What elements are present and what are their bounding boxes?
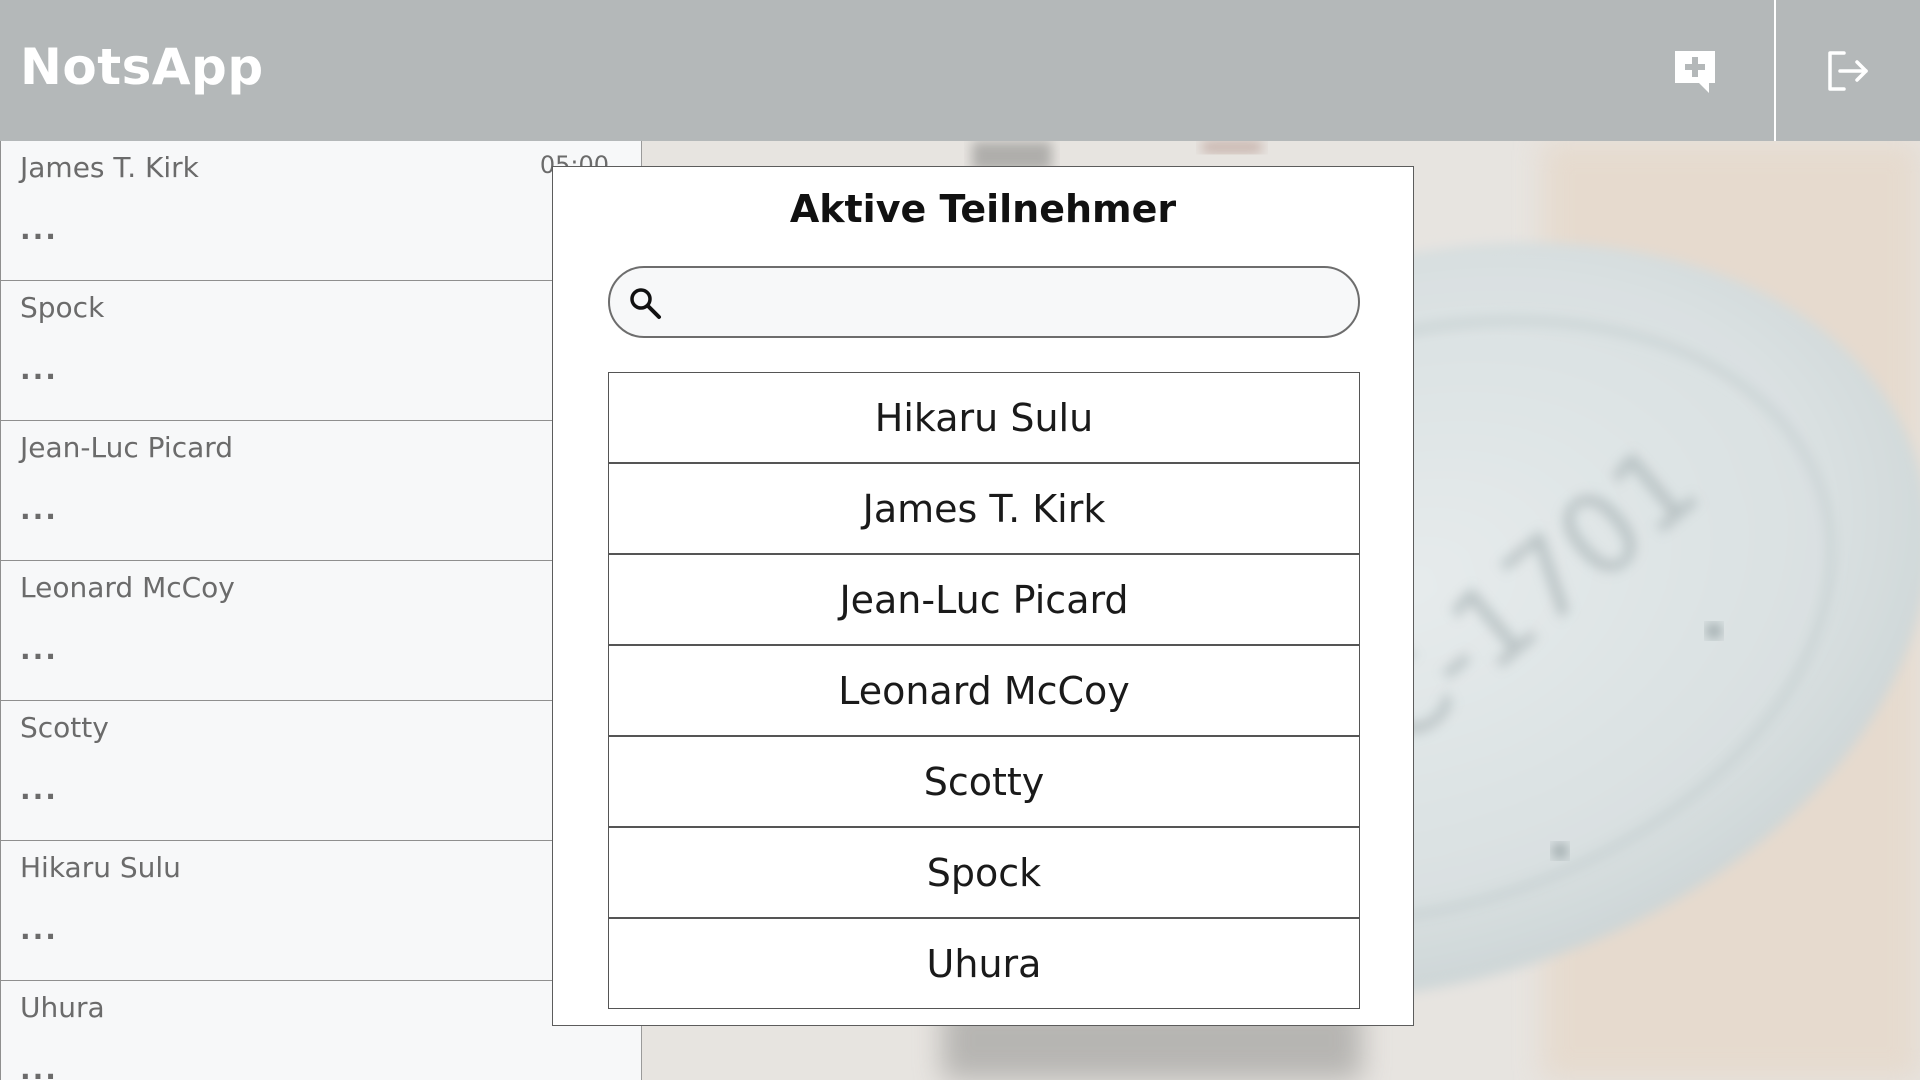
logout-button[interactable] — [1776, 0, 1920, 141]
active-participants-dialog: Aktive Teilnehmer Hikaru Sulu James T. K… — [552, 166, 1414, 1026]
participant-item[interactable]: Jean-Luc Picard — [608, 554, 1360, 645]
participant-list: Hikaru Sulu James T. Kirk Jean-Luc Picar… — [608, 372, 1360, 1009]
contact-preview: ... — [20, 913, 58, 946]
contact-name: Hikaru Sulu — [20, 851, 181, 884]
participant-item[interactable]: James T. Kirk — [608, 463, 1360, 554]
dialog-title: Aktive Teilnehmer — [789, 187, 1177, 231]
contact-item[interactable]: Spock ... — [0, 281, 641, 421]
participant-item[interactable]: Uhura — [608, 918, 1360, 1009]
participant-item[interactable]: Spock — [608, 827, 1360, 918]
contact-preview: ... — [20, 493, 58, 526]
contact-preview: ... — [20, 773, 58, 806]
contact-name: Spock — [20, 291, 105, 324]
contact-name: Uhura — [20, 991, 105, 1024]
participant-item[interactable]: Leonard McCoy — [608, 645, 1360, 736]
new-chat-button[interactable] — [1640, 0, 1750, 141]
contact-name: Scotty — [20, 711, 109, 744]
contact-name: Jean-Luc Picard — [20, 431, 234, 464]
participant-search-box[interactable] — [608, 266, 1360, 338]
participant-search-input[interactable] — [676, 278, 1340, 328]
contact-item[interactable]: Scotty ... — [0, 701, 641, 841]
participant-item[interactable]: Hikaru Sulu — [608, 372, 1360, 463]
app-window: NotsApp C-1701 James T. Kirk 05:00 ... S… — [0, 0, 1920, 1080]
app-title: NotsApp — [20, 38, 264, 96]
contact-list: James T. Kirk 05:00 ... Spock ... Jean-L… — [0, 141, 642, 1080]
contact-preview: ... — [20, 353, 58, 386]
contact-preview: ... — [20, 633, 58, 666]
search-icon — [630, 288, 661, 319]
contact-item[interactable]: Hikaru Sulu ... — [0, 841, 641, 981]
logout-icon — [1828, 50, 1868, 91]
app-header: NotsApp — [0, 0, 1920, 141]
contact-name: James T. Kirk — [20, 151, 199, 184]
contact-preview: ... — [20, 1053, 58, 1080]
contact-item[interactable]: Uhura ... — [0, 981, 641, 1080]
contact-item[interactable]: Jean-Luc Picard ... — [0, 421, 641, 561]
contact-item[interactable]: Leonard McCoy ... — [0, 561, 641, 701]
contact-name: Leonard McCoy — [20, 571, 235, 604]
new-chat-icon — [1675, 50, 1715, 93]
participant-item[interactable]: Scotty — [608, 736, 1360, 827]
contact-preview: ... — [20, 213, 58, 246]
contact-item[interactable]: James T. Kirk 05:00 ... — [0, 141, 641, 281]
